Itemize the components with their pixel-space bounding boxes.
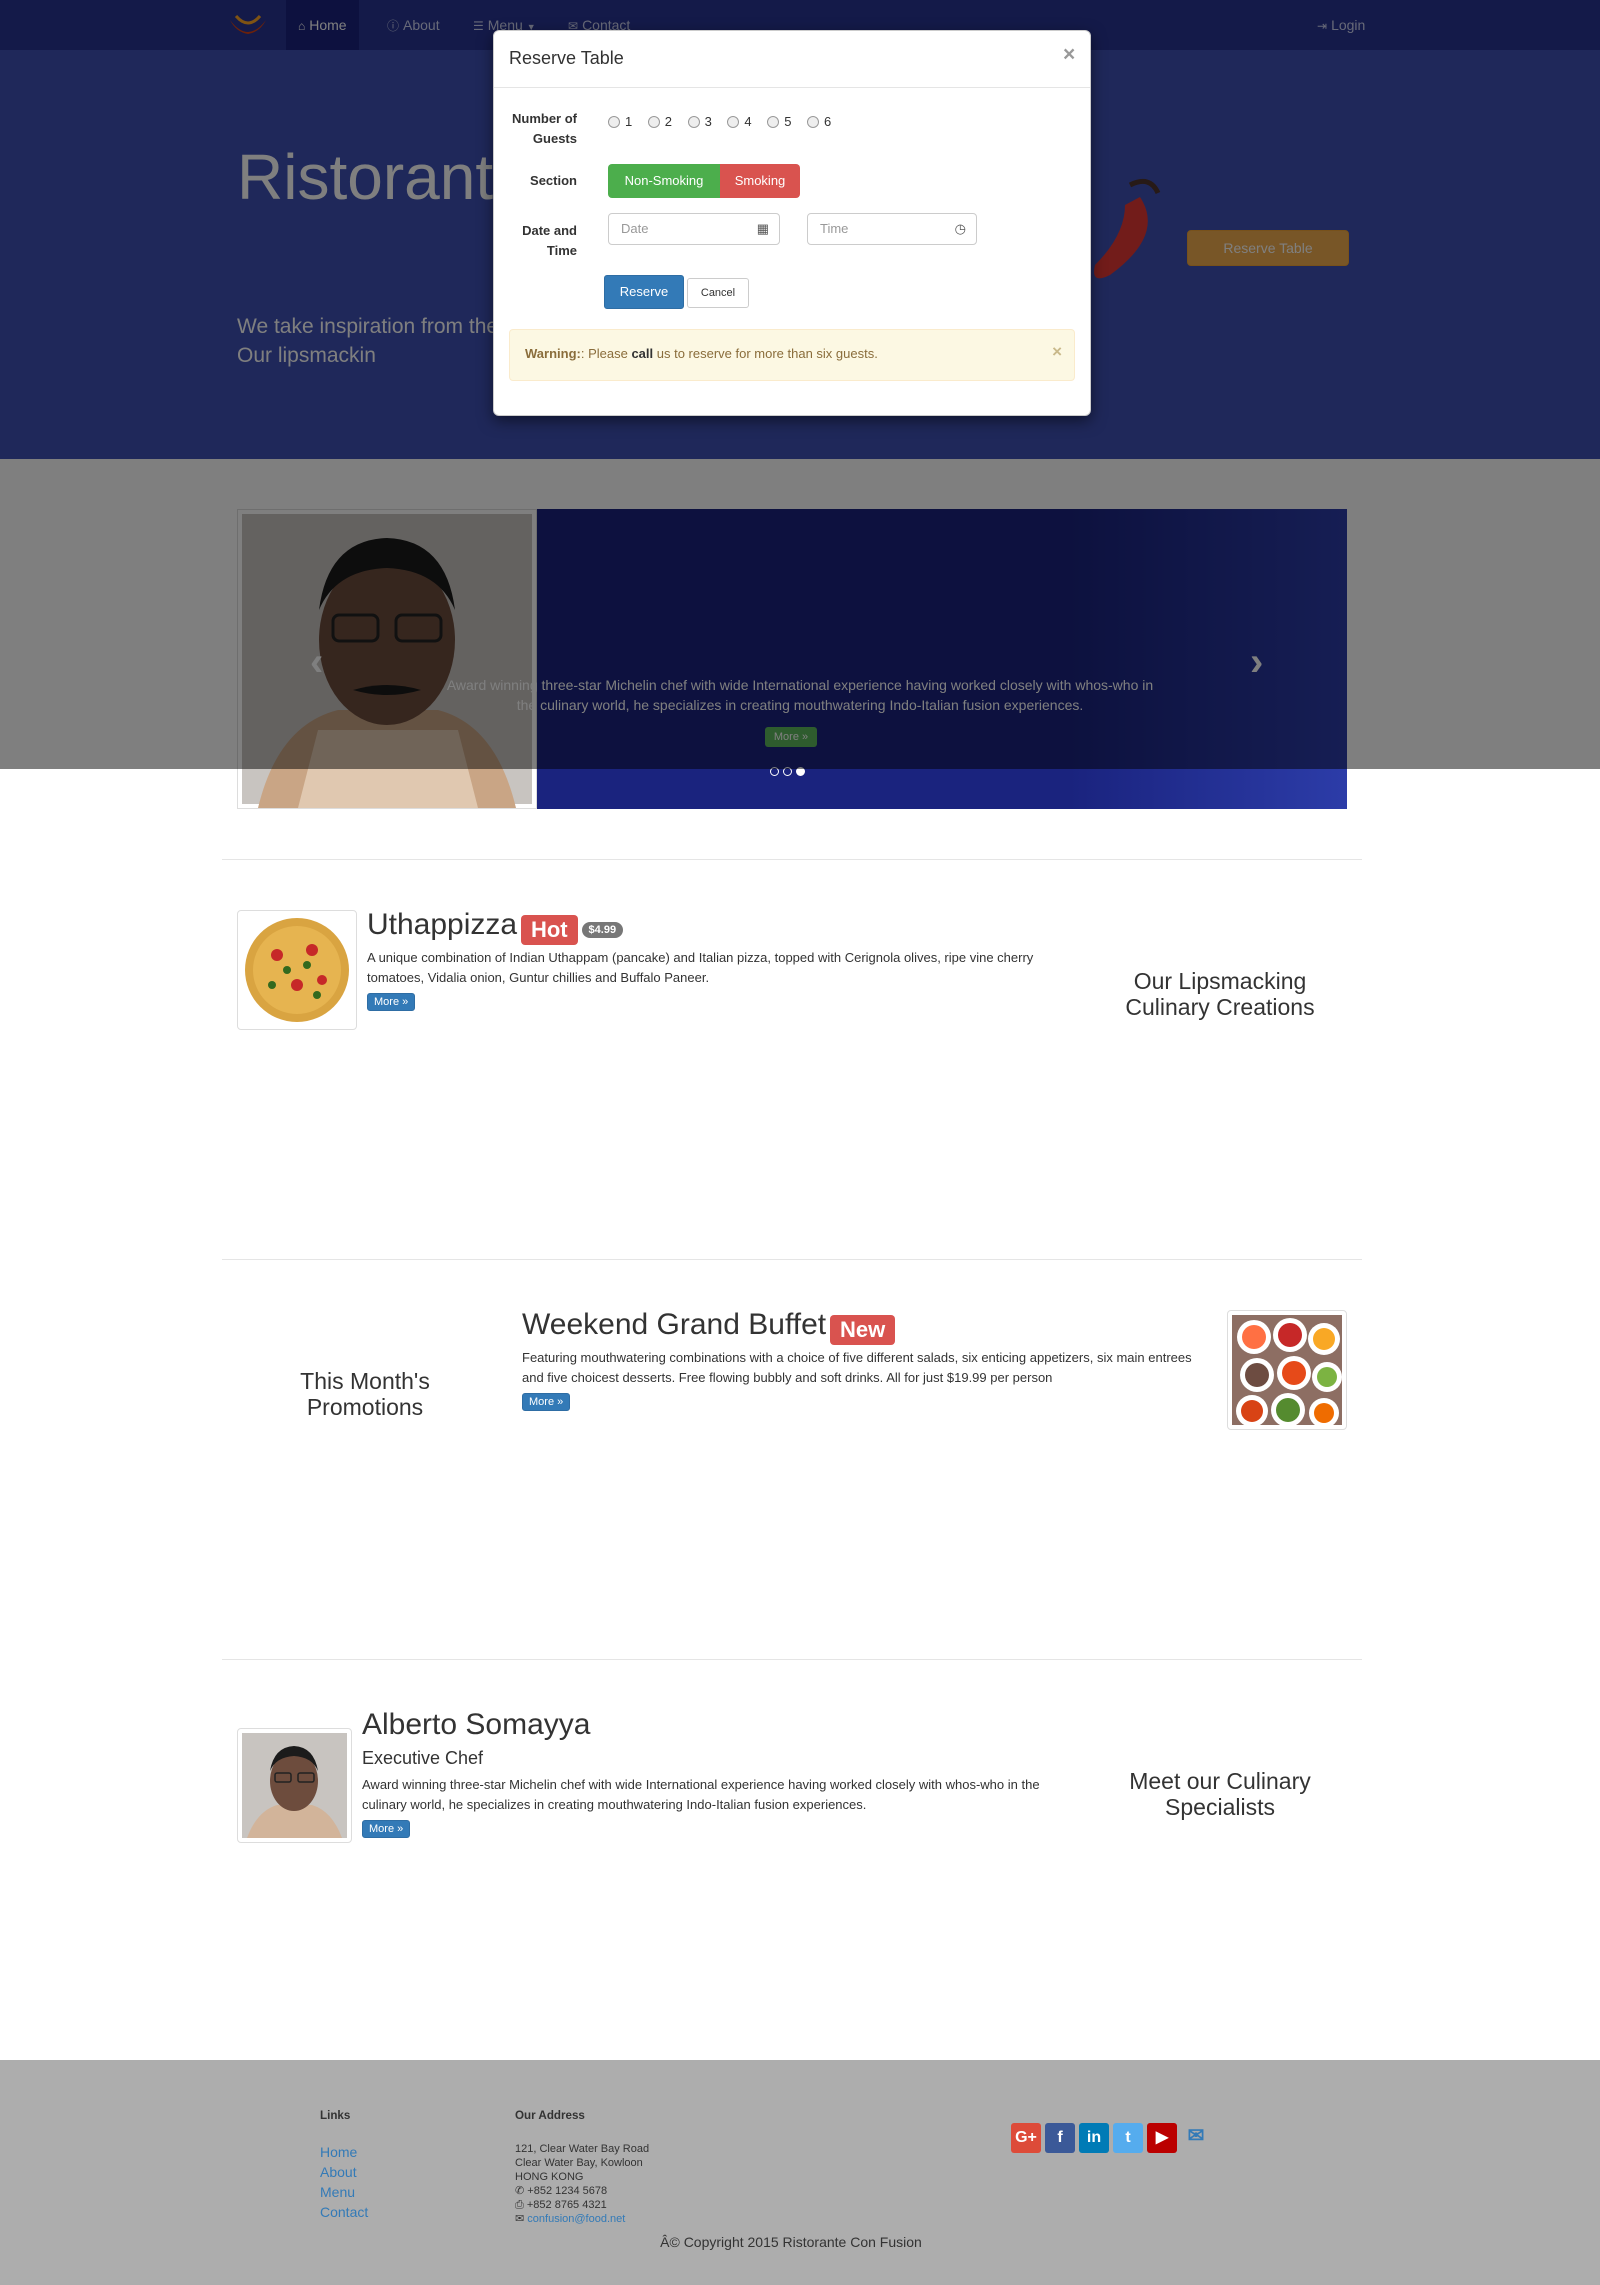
footer-link-home[interactable]: Home <box>320 2142 368 2162</box>
divider <box>222 1259 1362 1260</box>
smoking-button[interactable]: Smoking <box>720 164 800 198</box>
promotion-label: New <box>829 1315 896 1346</box>
dish-name: Uthappizza <box>367 908 518 941</box>
guests-label: Number of Guests <box>512 111 577 146</box>
promotion-name: Weekend Grand Buffet <box>522 1308 827 1341</box>
fax-icon: ⎙ <box>515 2198 524 2211</box>
date-input[interactable]: Date ▦ <box>608 213 780 245</box>
footer-link-menu[interactable]: Menu <box>320 2182 368 2202</box>
dish-section-heading: Our Lipsmacking Culinary Creations <box>1125 968 1315 1020</box>
footer-address: Our Address 121, Clear Water Bay Road Cl… <box>515 2090 649 2226</box>
radio-icon <box>727 116 740 128</box>
radio-icon <box>767 116 780 128</box>
address-line-2: Clear Water Bay, Kowloon <box>515 2156 643 2169</box>
youtube-icon[interactable]: ▶ <box>1147 2123 1177 2153</box>
dish-media-body: Uthappizza Hot $4.99 A unique combinatio… <box>367 908 1067 1011</box>
google-plus-icon[interactable]: G+ <box>1011 2123 1041 2153</box>
calendar-icon: ▦ <box>756 221 769 236</box>
guests-radio-group: 1 2 3 4 5 6 <box>608 113 831 129</box>
reserve-table-modal: Reserve Table × Number of Guests 1 2 3 4… <box>493 30 1091 416</box>
guests-radio-4[interactable]: 4 <box>727 114 752 129</box>
datetime-label: Date and Time <box>522 223 577 258</box>
warning-message: Warning:: Please call us to reserve for … <box>525 346 878 361</box>
promotion-section-heading: This Month's Promotions <box>300 1368 430 1420</box>
address-line-1: 121, Clear Water Bay Road <box>515 2142 650 2155</box>
guests-radio-1[interactable]: 1 <box>608 114 632 129</box>
footer-link-contact[interactable]: Contact <box>320 2202 368 2222</box>
section-label: Section <box>530 173 577 188</box>
phone-icon: ✆ <box>515 2184 525 2197</box>
leader-description: Award winning three-star Michelin chef w… <box>362 1777 1040 1812</box>
envelope-icon: ✉ <box>515 2212 525 2225</box>
guests-radio-2[interactable]: 2 <box>647 114 672 129</box>
non-smoking-button[interactable]: Non-Smoking <box>608 164 720 198</box>
leader-portrait <box>242 1733 347 1838</box>
guests-radio-6[interactable]: 6 <box>806 114 831 129</box>
promotion-thumbnail <box>1227 1310 1347 1430</box>
radio-icon <box>608 116 620 128</box>
leader-thumbnail <box>237 1728 352 1843</box>
dish-more-button[interactable]: More » <box>367 993 416 1011</box>
divider <box>222 859 1362 860</box>
footer-fax: +852 8765 4321 <box>526 2198 607 2211</box>
guests-radio-5[interactable]: 5 <box>767 114 791 129</box>
guests-radio-3[interactable]: 3 <box>687 114 712 129</box>
footer-phone: +852 1234 5678 <box>527 2184 608 2197</box>
footer-backdrop <box>0 2060 1600 2285</box>
leader-more-button[interactable]: More » <box>362 1820 411 1838</box>
pizza-image <box>245 918 349 1022</box>
twitter-icon[interactable]: t <box>1113 2123 1143 2153</box>
footer-links-heading: Links <box>320 2109 351 2123</box>
leader-section-heading: Meet our Culinary Specialists <box>1129 1768 1311 1820</box>
promotion-more-button[interactable]: More » <box>522 1393 571 1411</box>
dish-label: Hot <box>520 915 578 946</box>
time-input[interactable]: Time ◷ <box>807 213 977 245</box>
divider <box>222 1659 1362 1660</box>
time-placeholder: Time <box>820 221 849 236</box>
copyright: Â© Copyright 2015 Ristorante Con Fusion <box>660 2234 922 2250</box>
linkedin-icon[interactable]: in <box>1079 2123 1109 2153</box>
promotion-description: Featuring mouthwatering combinations wit… <box>522 1350 1192 1385</box>
leader-designation: Executive Chef <box>362 1748 484 1768</box>
facebook-icon[interactable]: f <box>1045 2123 1075 2153</box>
mail-icon[interactable]: ✉ <box>1181 2121 1211 2151</box>
cancel-button[interactable]: Cancel <box>687 278 749 308</box>
warning-close-icon[interactable]: × <box>1052 342 1062 362</box>
dish-price-badge: $4.99 <box>581 922 624 939</box>
radio-icon <box>687 116 700 128</box>
address-line-3: HONG KONG <box>515 2170 584 2183</box>
modal-header: Reserve Table × <box>494 31 1090 88</box>
clock-icon: ◷ <box>954 221 966 236</box>
footer-email-link[interactable]: confusion@food.net <box>527 2213 625 2225</box>
radio-icon <box>806 116 819 128</box>
leader-name: Alberto Somayya <box>362 1708 591 1741</box>
buffet-image <box>1232 1315 1342 1428</box>
leader-media-body: Alberto Somayya Executive Chef Award win… <box>362 1708 1042 1838</box>
modal-close-icon[interactable]: × <box>1063 43 1075 67</box>
reserve-submit-button[interactable]: Reserve <box>604 275 684 309</box>
date-placeholder: Date <box>621 221 649 236</box>
social-buttons: G+ f in t ▶ ✉ <box>1011 2121 1215 2153</box>
modal-title: Reserve Table <box>509 48 624 68</box>
warning-alert: Warning:: Please call us to reserve for … <box>509 329 1075 381</box>
footer-link-about[interactable]: About <box>320 2162 368 2182</box>
dish-thumbnail <box>237 910 357 1030</box>
promotion-media-body: Weekend Grand Buffet New Featuring mouth… <box>522 1308 1212 1411</box>
footer-links: Links Home About Menu Contact <box>320 2090 368 2222</box>
radio-icon <box>647 116 660 128</box>
dish-description: A unique combination of Indian Uthappam … <box>367 950 1034 985</box>
footer-address-heading: Our Address <box>515 2109 585 2123</box>
